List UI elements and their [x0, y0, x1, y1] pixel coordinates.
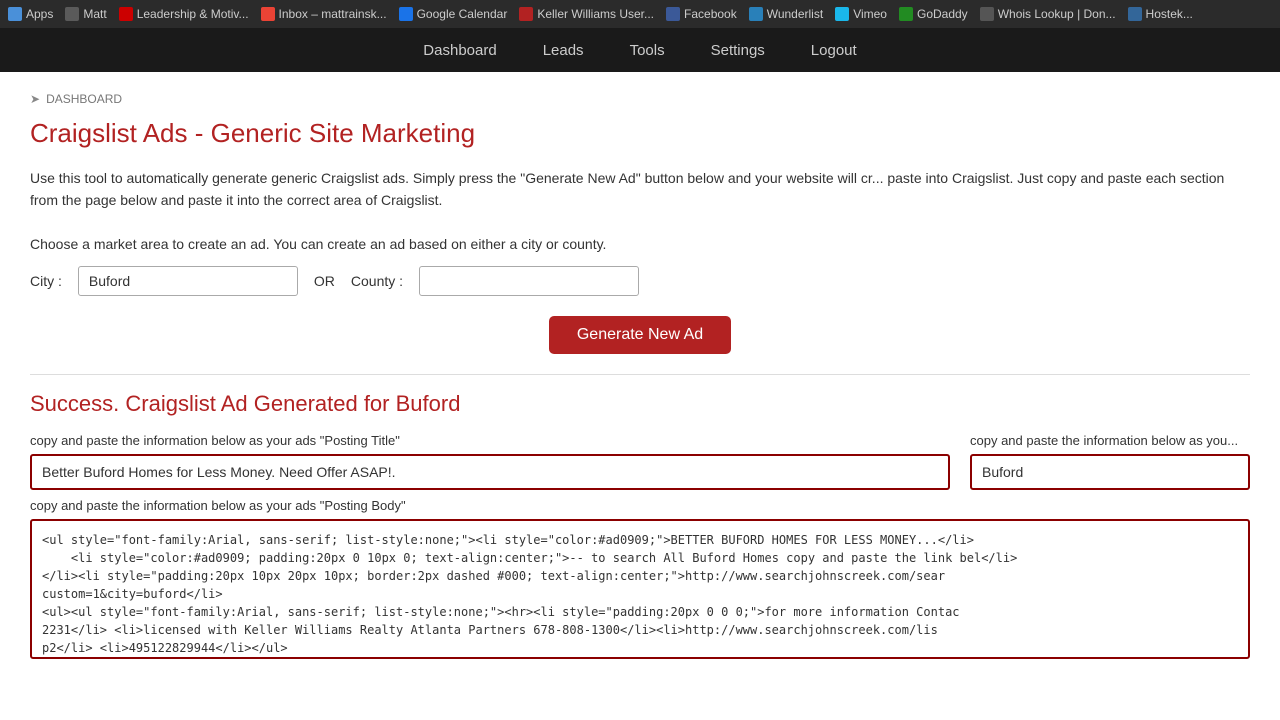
gcal-favicon: [399, 7, 413, 21]
godaddy-favicon: [899, 7, 913, 21]
browser-tab-vimeo[interactable]: Vimeo: [835, 7, 887, 21]
form-section: Choose a market area to create an ad. Yo…: [30, 236, 1250, 354]
browser-tab-gcal[interactable]: Google Calendar: [399, 7, 508, 21]
county-input[interactable]: [419, 266, 639, 296]
posting-body-textarea[interactable]: [30, 519, 1250, 659]
matt-favicon: [65, 7, 79, 21]
main-content: ➤ DASHBOARD Craigslist Ads - Generic Sit…: [0, 72, 1280, 682]
city-label: City :: [30, 273, 62, 289]
browser-tab-apps[interactable]: Apps: [8, 7, 53, 21]
posting-title-input[interactable]: [30, 454, 950, 490]
county-label: County :: [351, 273, 403, 289]
posting-body-label: copy and paste the information below as …: [30, 498, 1250, 513]
divider: [30, 374, 1250, 375]
breadcrumb-arrow: ➤: [30, 92, 40, 106]
breadcrumb-link[interactable]: DASHBOARD: [46, 92, 122, 106]
browser-tab-matt[interactable]: Matt: [65, 7, 106, 21]
browser-tab-godaddy[interactable]: GoDaddy: [899, 7, 968, 21]
breadcrumb: ➤ DASHBOARD: [30, 92, 1250, 106]
posting-location-label: copy and paste the information below as …: [970, 433, 1250, 448]
browser-tab-wunderlist[interactable]: Wunderlist: [749, 7, 823, 21]
hostek-favicon: [1128, 7, 1142, 21]
market-instruction: Choose a market area to create an ad. Yo…: [30, 236, 1250, 252]
nav-bar: Dashboard Leads Tools Settings Logout: [0, 28, 1280, 72]
browser-tab-facebook[interactable]: Facebook: [666, 7, 737, 21]
market-input-row: City : OR County :: [30, 266, 1250, 296]
facebook-favicon: [666, 7, 680, 21]
nav-leads[interactable]: Leads: [535, 38, 592, 63]
leadership-favicon: [119, 7, 133, 21]
or-label: OR: [314, 273, 335, 289]
nav-tools[interactable]: Tools: [622, 38, 673, 63]
browser-bar: Apps Matt Leadership & Motiv... Inbox – …: [0, 0, 1280, 28]
posting-title-label: copy and paste the information below as …: [30, 433, 950, 448]
browser-tab-gmail[interactable]: Inbox – mattrainsk...: [261, 7, 387, 21]
posting-location-input[interactable]: [970, 454, 1250, 490]
gmail-favicon: [261, 7, 275, 21]
wunderlist-favicon: [749, 7, 763, 21]
page-title: Craigslist Ads - Generic Site Marketing: [30, 118, 1250, 149]
vimeo-favicon: [835, 7, 849, 21]
nav-settings[interactable]: Settings: [703, 38, 773, 63]
generate-button[interactable]: Generate New Ad: [549, 316, 731, 354]
browser-tab-leadership[interactable]: Leadership & Motiv...: [119, 7, 249, 21]
success-section: Success. Craigslist Ad Generated for Buf…: [30, 391, 1250, 662]
city-input[interactable]: [78, 266, 298, 296]
nav-dashboard[interactable]: Dashboard: [415, 38, 504, 63]
kw-favicon: [519, 7, 533, 21]
browser-tab-kw[interactable]: Keller Williams User...: [519, 7, 654, 21]
apps-favicon: [8, 7, 22, 21]
browser-tab-hostek[interactable]: Hostek...: [1128, 7, 1193, 21]
success-title: Success. Craigslist Ad Generated for Buf…: [30, 391, 1250, 417]
nav-logout[interactable]: Logout: [803, 38, 865, 63]
body-section: copy and paste the information below as …: [30, 498, 1250, 662]
page-description: Use this tool to automatically generate …: [30, 167, 1250, 212]
whois-favicon: [980, 7, 994, 21]
browser-tab-whois[interactable]: Whois Lookup | Don...: [980, 7, 1116, 21]
